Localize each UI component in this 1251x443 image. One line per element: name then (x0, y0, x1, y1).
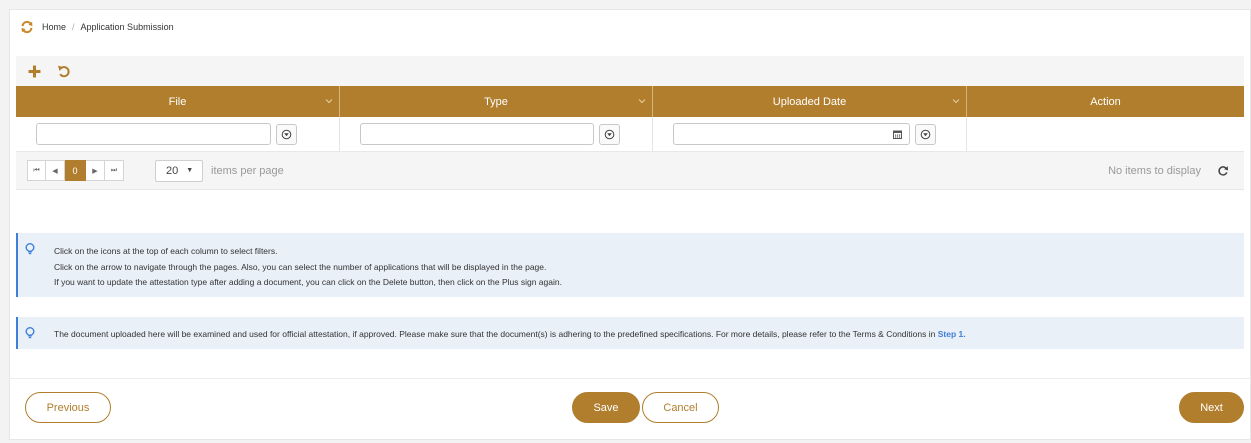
filter-icon (604, 129, 615, 139)
document-notice-box: The document uploaded here will be exami… (16, 317, 1244, 349)
help-line: Click on the arrow to navigate through t… (54, 262, 547, 272)
filter-icon (920, 129, 931, 139)
refresh-icon[interactable] (1217, 165, 1229, 177)
type-filter-button[interactable] (599, 123, 620, 145)
breadcrumb-home[interactable]: Home (42, 22, 66, 32)
filter-icon (281, 129, 292, 139)
help-line: If you want to update the attestation ty… (54, 277, 562, 287)
chevron-down-icon[interactable] (638, 97, 646, 105)
column-header-label: Uploaded Date (772, 95, 847, 108)
add-document-button[interactable] (26, 63, 42, 79)
save-button[interactable]: Save (572, 392, 640, 423)
column-header-label: Type (484, 95, 508, 108)
previous-page-button[interactable]: ◀ (46, 160, 65, 181)
column-header-action: Action (967, 86, 1244, 117)
documents-grid: File Type Uploaded Date Action ⏮ ◀ 0 ▶ ⏭… (16, 56, 1244, 190)
reset-button[interactable] (56, 63, 72, 79)
breadcrumb-current: Application Submission (80, 22, 174, 32)
file-filter-input[interactable] (36, 123, 271, 145)
filter-row (16, 117, 1244, 152)
filter-cell-uploaded-date (653, 117, 967, 151)
uploaded-date-filter-button[interactable] (915, 123, 936, 145)
type-filter-input[interactable] (360, 123, 594, 145)
file-filter-button[interactable] (276, 123, 297, 145)
current-page-button[interactable]: 0 (65, 160, 86, 181)
lightbulb-icon (25, 327, 35, 339)
notice-body: The document uploaded here will be exami… (54, 329, 938, 339)
column-header-file[interactable]: File (16, 86, 340, 117)
footer-divider (10, 378, 1250, 379)
caret-down-icon: ▼ (186, 167, 194, 174)
step-1-link[interactable]: Step 1. (938, 329, 966, 339)
column-header-label: Action (1090, 95, 1121, 108)
grid-header: File Type Uploaded Date Action (16, 86, 1244, 117)
next-button[interactable]: Next (1179, 392, 1244, 423)
column-header-uploaded-date[interactable]: Uploaded Date (653, 86, 967, 117)
grid-toolbar (16, 56, 1244, 86)
help-line: Click on the icons at the top of each co… (54, 246, 278, 256)
page-size-value: 20 (166, 164, 179, 177)
breadcrumb: Home / Application Submission (20, 19, 174, 35)
calendar-icon[interactable] (893, 130, 902, 139)
refresh-icon[interactable] (20, 20, 34, 34)
last-page-button[interactable]: ⏭ (105, 160, 124, 181)
chevron-down-icon[interactable] (952, 97, 960, 105)
lightbulb-icon (25, 243, 35, 255)
filter-cell-type (340, 117, 653, 151)
notice-text: The document uploaded here will be exami… (54, 329, 966, 339)
column-header-type[interactable]: Type (340, 86, 653, 117)
items-per-page-label: items per page (211, 164, 284, 177)
column-header-label: File (168, 95, 187, 108)
pager: ⏮ ◀ 0 ▶ ⏭ 20 ▼ items per page No items t… (16, 152, 1244, 190)
page-size-select[interactable]: 20 ▼ (155, 159, 203, 182)
previous-page-icon: ◀ (52, 167, 58, 175)
next-page-icon: ▶ (92, 167, 98, 175)
next-page-button[interactable]: ▶ (86, 160, 105, 181)
chevron-down-icon[interactable] (325, 97, 333, 105)
breadcrumb-separator: / (72, 22, 75, 32)
filter-cell-action (967, 117, 1244, 151)
plus-icon (28, 65, 40, 77)
date-picker[interactable] (673, 123, 910, 145)
uploaded-date-filter-input[interactable] (673, 123, 910, 145)
cancel-button[interactable]: Cancel (642, 392, 719, 423)
first-page-button[interactable]: ⏮ (27, 160, 46, 181)
undo-icon (58, 65, 70, 78)
filter-help-box: Click on the icons at the top of each co… (16, 233, 1244, 297)
last-page-icon: ⏭ (110, 166, 118, 174)
filter-cell-file (16, 117, 340, 151)
previous-button[interactable]: Previous (25, 392, 111, 423)
empty-message: No items to display (1108, 164, 1201, 177)
first-page-icon: ⏮ (33, 166, 40, 174)
